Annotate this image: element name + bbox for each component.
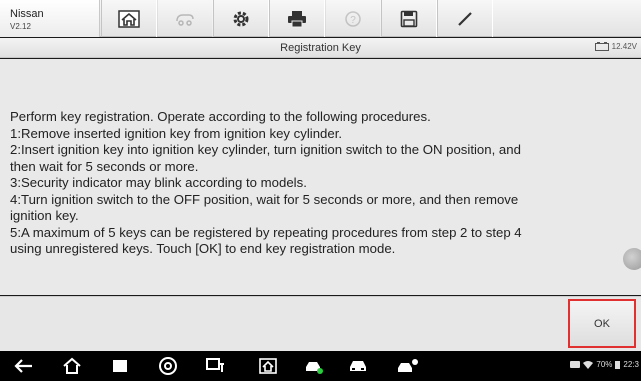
battery-icon xyxy=(615,360,621,369)
message-icon xyxy=(570,360,581,368)
recent-apps-button[interactable] xyxy=(108,355,132,377)
wifi-icon xyxy=(583,360,594,369)
instruction-line: 2:Insert ignition key into ignition key … xyxy=(10,142,521,157)
chrome-button[interactable] xyxy=(156,355,180,377)
print-button[interactable] xyxy=(269,0,325,37)
save-icon xyxy=(400,10,418,27)
top-toolbar: Nissan V2.12 ? xyxy=(0,0,641,37)
instruction-line: 1:Remove inserted ignition key from igni… xyxy=(10,125,343,141)
title-bar: Registration Key 12.42V xyxy=(0,38,641,58)
svg-text:?: ? xyxy=(350,15,356,26)
battery-voltage: 12.42V xyxy=(611,42,637,51)
system-nav-bar: 70% 22:3 xyxy=(0,351,641,381)
remote-support-button[interactable] xyxy=(396,355,420,377)
settings-button[interactable] xyxy=(213,0,269,37)
message-panel: Perform key registration. Operate accord… xyxy=(0,59,641,295)
print-icon xyxy=(288,10,306,27)
vehicle-battery-indicator: 12.42V xyxy=(594,42,637,51)
system-status: 70% 22:3 xyxy=(570,360,639,369)
floating-scroll-handle[interactable] xyxy=(623,248,641,270)
vehicle-swap-button[interactable] xyxy=(157,0,213,37)
help-button[interactable]: ? xyxy=(325,0,381,37)
vehicle-swap-icon xyxy=(176,13,194,26)
vehicle-make: Nissan xyxy=(10,8,44,20)
vci-connect-icon xyxy=(206,358,224,372)
instruction-line: 3:Security indicator may blink according… xyxy=(10,175,307,190)
recent-apps-icon xyxy=(113,360,127,372)
vehicle-info: Nissan V2.12 xyxy=(0,0,100,37)
vehicle-service-button[interactable] xyxy=(302,355,326,377)
page-title: Registration Key xyxy=(280,42,361,54)
instruction-text: Perform key registration. Operate accord… xyxy=(10,109,635,258)
instruction-line: Perform key registration. Operate accord… xyxy=(10,109,431,124)
car-icon xyxy=(350,361,366,371)
chrome-icon xyxy=(159,357,177,375)
android-home-icon xyxy=(63,357,81,374)
action-bar: OK xyxy=(0,296,641,351)
instruction-line: then wait for 5 seconds or more. xyxy=(10,158,199,174)
back-icon xyxy=(14,359,32,373)
software-version: V2.12 xyxy=(10,22,31,31)
diag-home-icon xyxy=(259,358,277,374)
instruction-line: 5:A maximum of 5 keys can be registered … xyxy=(10,224,522,240)
home-button[interactable] xyxy=(101,0,157,37)
instruction-line: ignition key. xyxy=(10,208,79,223)
vehicle-button[interactable] xyxy=(346,355,370,377)
ok-button[interactable]: OK xyxy=(568,299,636,348)
app-screen: Nissan V2.12 ? Registration Key 12.42V P… xyxy=(0,0,641,381)
instruction-line: using unregistered keys. Touch [OK] to e… xyxy=(10,241,396,256)
clock: 22:3 xyxy=(623,360,639,369)
back-button[interactable] xyxy=(12,355,36,377)
home-icon xyxy=(118,9,140,28)
help-icon: ? xyxy=(345,10,361,27)
diag-home-button[interactable] xyxy=(256,355,280,377)
vci-connect-button[interactable] xyxy=(204,355,228,377)
toolbar-buttons: ? xyxy=(101,0,541,37)
save-button[interactable] xyxy=(381,0,437,37)
car-battery-icon xyxy=(594,42,609,51)
pen-button[interactable] xyxy=(437,0,493,37)
car-user-icon xyxy=(398,359,418,372)
battery-percent: 70% xyxy=(596,360,613,369)
car-wrench-icon xyxy=(306,362,323,374)
instruction-line: 4:Turn ignition switch to the OFF positi… xyxy=(10,191,519,207)
settings-icon xyxy=(233,11,249,26)
home-nav-button[interactable] xyxy=(60,355,84,377)
pen-icon xyxy=(458,11,472,26)
